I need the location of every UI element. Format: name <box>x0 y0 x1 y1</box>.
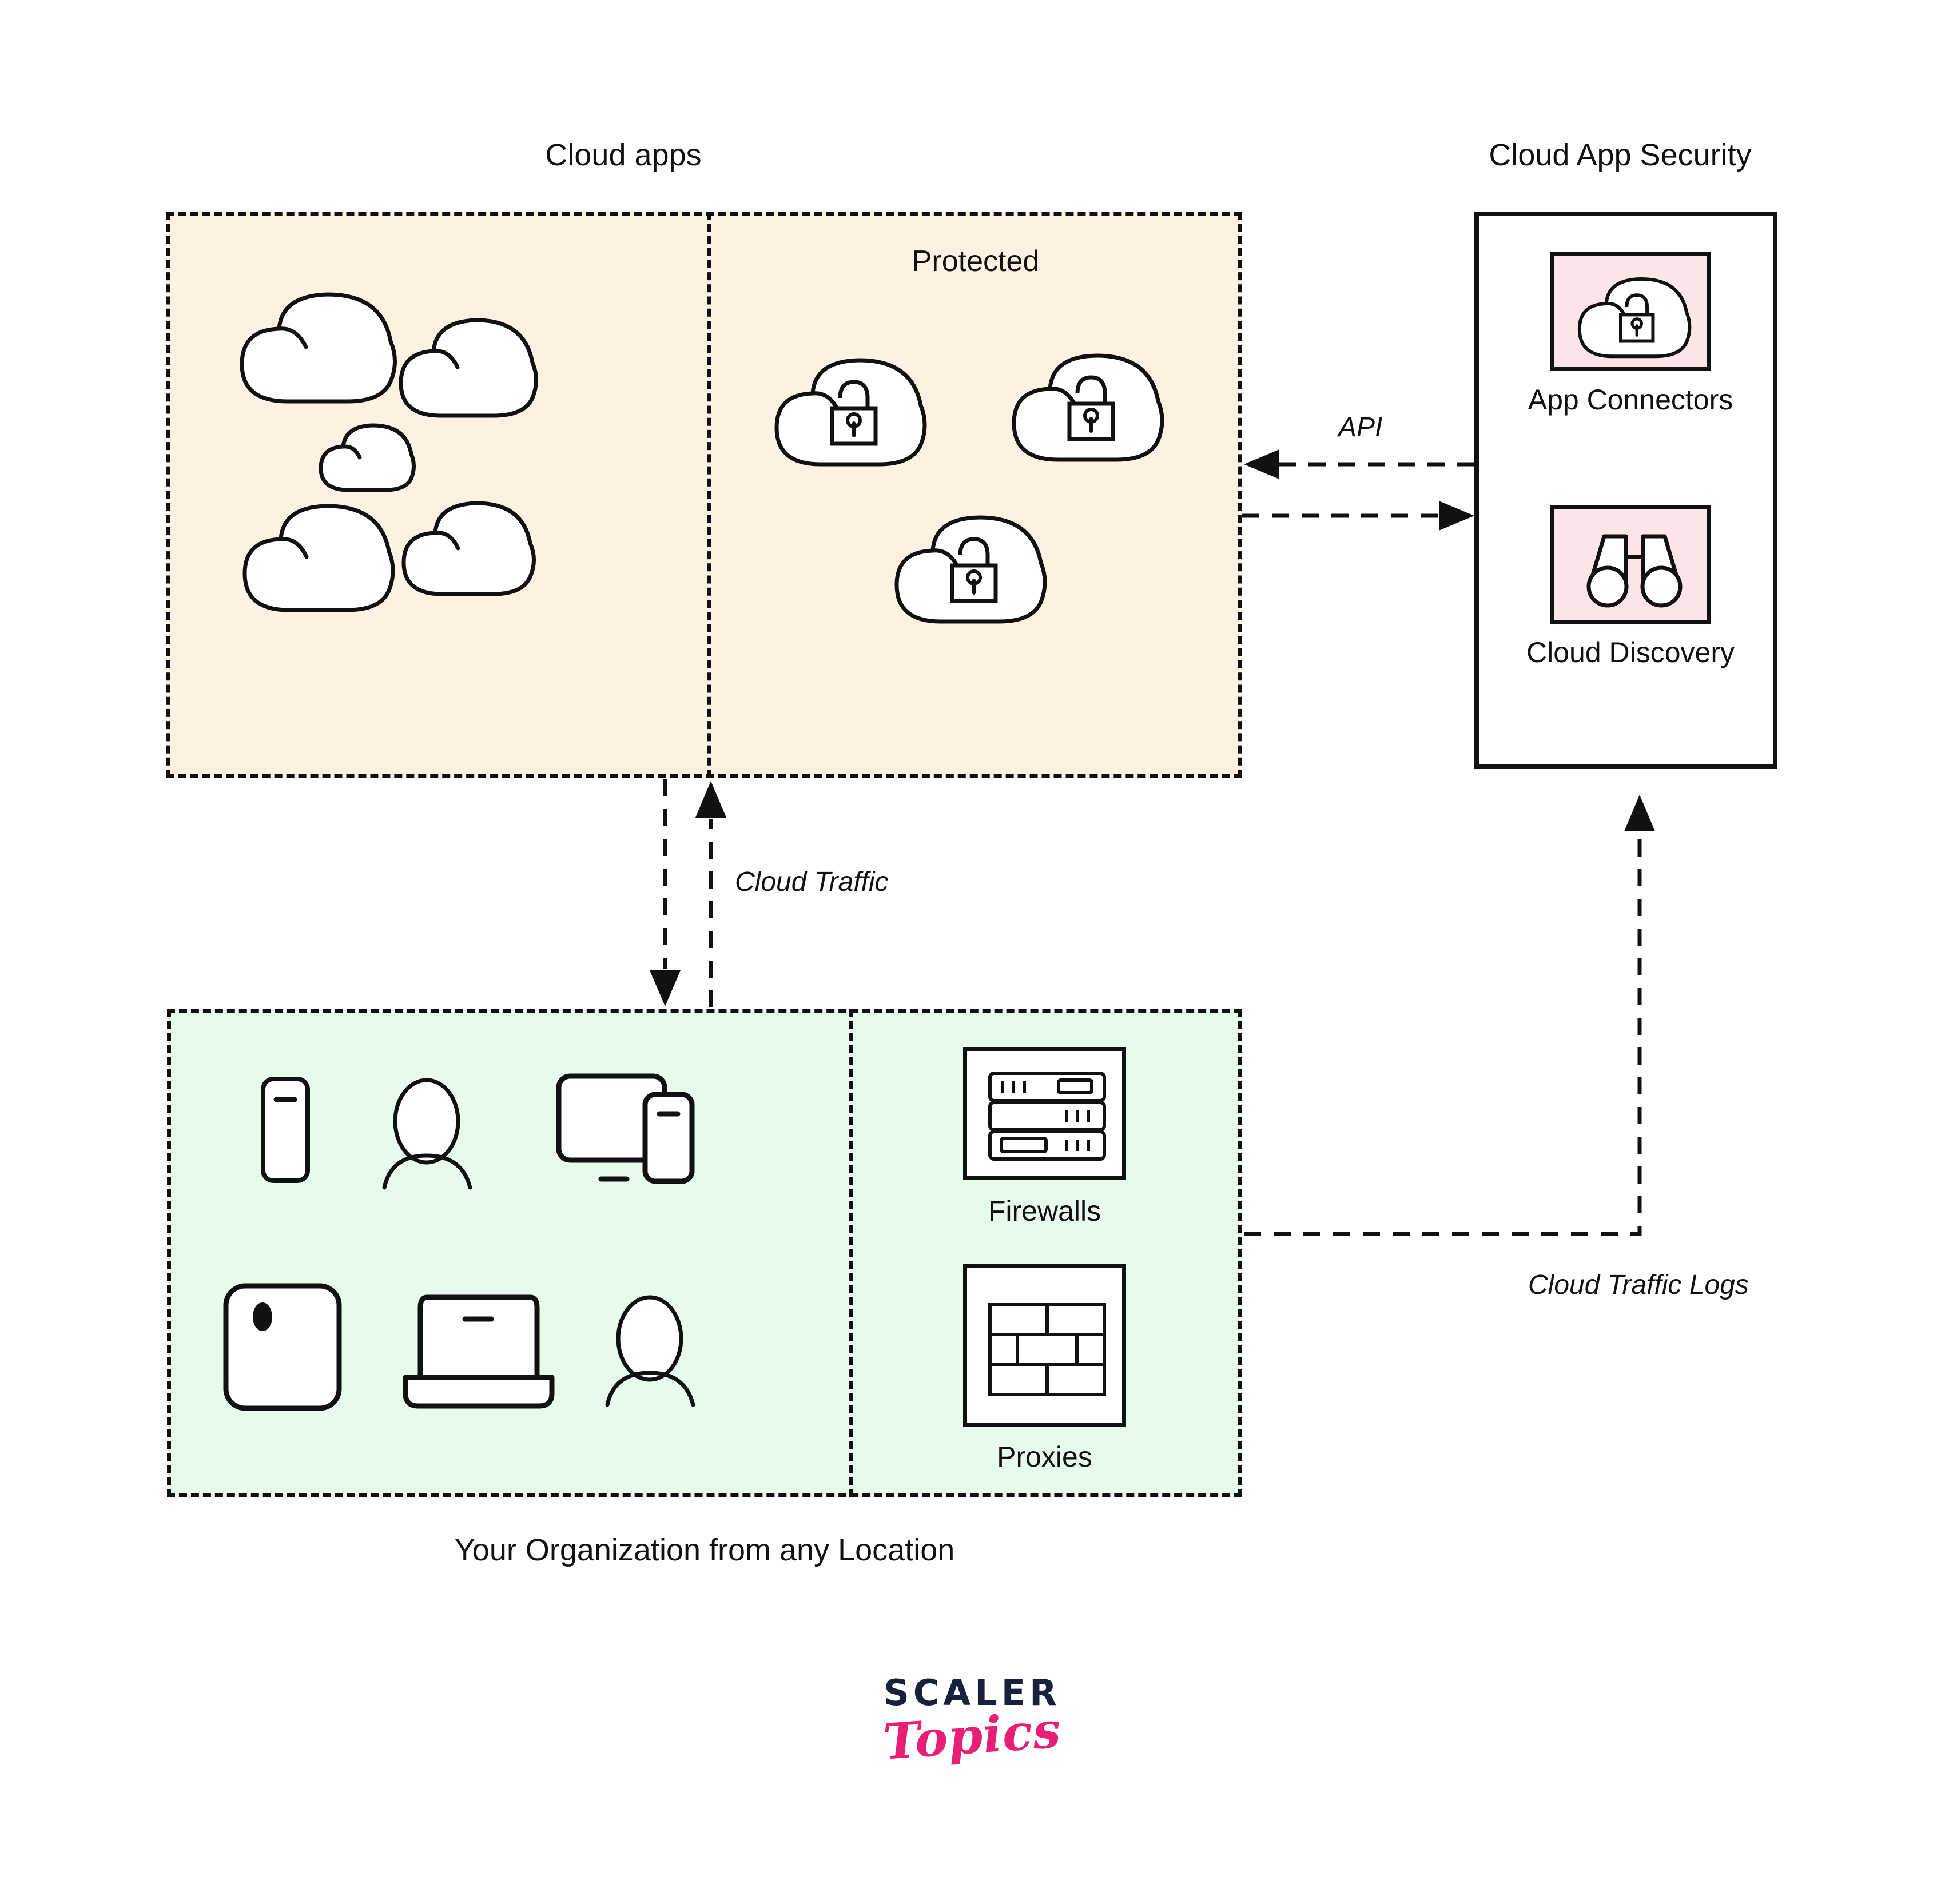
cloud-icon <box>391 316 548 419</box>
cloud-icon <box>313 421 422 493</box>
cloud-lock-icon <box>765 356 937 467</box>
binoculars-icon <box>1569 524 1700 612</box>
api-flow-label: API <box>1338 412 1383 443</box>
cloud-traffic-logs-flow-label: Cloud Traffic Logs <box>1528 1270 1749 1300</box>
api-outbound-arrow <box>1242 501 1474 531</box>
proxies-label: Proxies <box>997 1441 1092 1473</box>
person-icon <box>374 1076 480 1190</box>
cloud-traffic-flow-label: Cloud Traffic <box>735 867 889 897</box>
app-connectors-label: App Connectors <box>1528 384 1733 416</box>
tablet-icon <box>221 1281 344 1413</box>
scaler-topics-logo: SCALER Topics <box>789 1675 1155 1771</box>
diagram-canvas: Cloud apps Cloud App Security Protected <box>0 0 1945 1904</box>
firewalls-label: Firewalls <box>988 1195 1101 1227</box>
smartphone-icon <box>260 1076 311 1184</box>
cloud-discovery-label: Cloud Discovery <box>1526 636 1735 668</box>
organization-caption: Your Organization from any Location <box>454 1533 955 1567</box>
proxies-tile[interactable] <box>963 1264 1126 1427</box>
cloud-icon <box>233 501 405 613</box>
cloud-discovery-tile[interactable] <box>1550 505 1711 624</box>
server-rack-icon <box>988 1072 1107 1161</box>
api-inbound-arrow <box>1244 449 1474 479</box>
protected-label: Protected <box>912 245 1040 278</box>
cloud-traffic-down-arrow <box>650 779 681 1006</box>
app-connectors-tile[interactable] <box>1550 252 1711 371</box>
laptop-icon <box>400 1293 557 1413</box>
cloud-app-security-title: Cloud App Security <box>1489 138 1752 172</box>
cloud-lock-icon <box>885 513 1057 624</box>
cloud-app-security-panel: App Connectors Cloud Discovery <box>1474 212 1777 769</box>
cloud-traffic-logs-arrow <box>1244 795 1655 1236</box>
cloud-lock-icon <box>1003 351 1174 463</box>
brick-wall-icon <box>988 1302 1107 1397</box>
cloud-lock-icon <box>1570 276 1699 359</box>
person-icon <box>597 1293 703 1407</box>
cloud-traffic-up-arrow <box>695 781 726 1007</box>
cloud-icon <box>230 290 408 404</box>
cloud-apps-region: Protected <box>166 212 1242 778</box>
organization-region: Firewalls Proxies <box>167 1009 1242 1497</box>
cloud-apps-divider <box>707 212 711 778</box>
monitor-and-phone-icon <box>555 1067 698 1198</box>
firewalls-tile[interactable] <box>963 1047 1126 1180</box>
cloud-apps-title: Cloud apps <box>545 138 702 172</box>
organization-divider <box>849 1009 853 1497</box>
cloud-icon <box>393 499 545 597</box>
